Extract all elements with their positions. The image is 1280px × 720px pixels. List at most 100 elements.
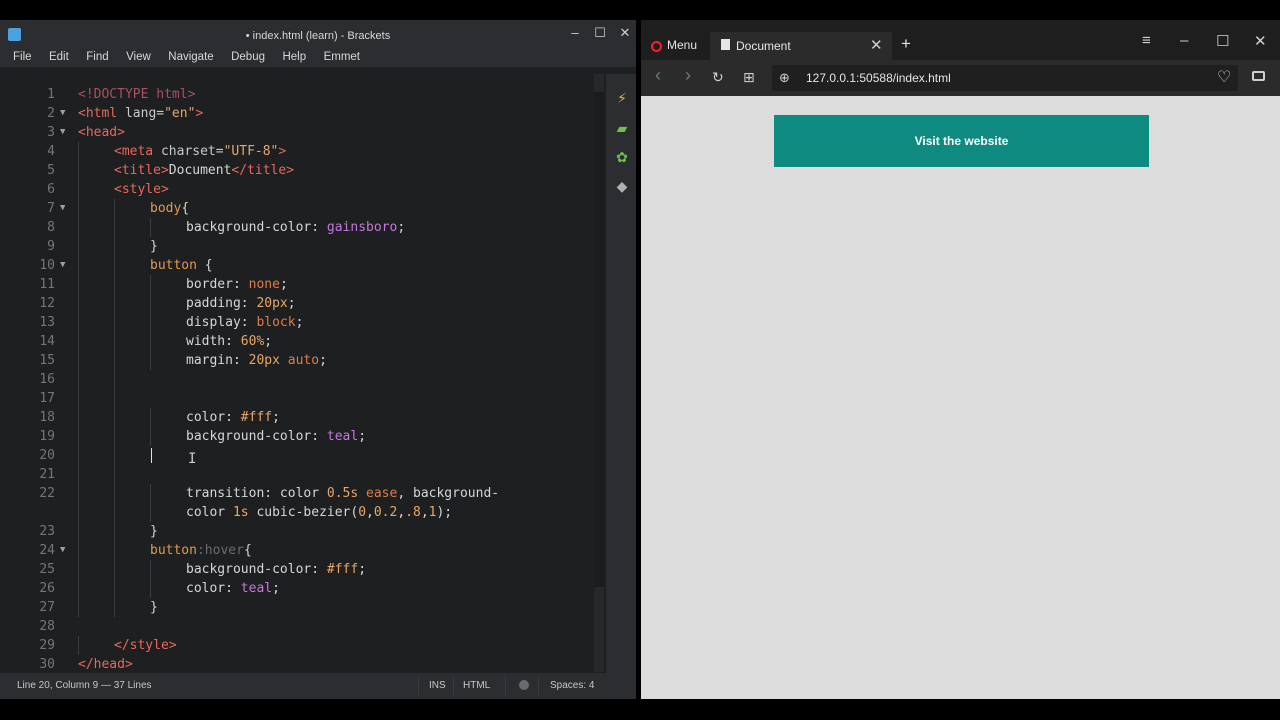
code-line[interactable]: 27} — [8, 598, 606, 617]
fold-toggle-icon[interactable]: ▼ — [60, 104, 65, 123]
code-line[interactable]: 21 — [8, 465, 606, 484]
code-token: ; — [264, 334, 273, 349]
code-text: background-color: #fff; — [186, 560, 366, 579]
live-preview-icon[interactable]: ⚡ — [614, 90, 630, 106]
new-tab-button[interactable]: + — [901, 34, 911, 54]
code-line[interactable]: 25 background-color: #fff; — [8, 560, 606, 579]
battery-saver-icon[interactable] — [1252, 71, 1265, 81]
menu-file[interactable]: File — [13, 48, 32, 66]
indent-guide — [78, 180, 79, 199]
indent-guide — [150, 351, 151, 370]
code-token: background-color: — [186, 220, 327, 235]
tabs-grid-icon[interactable]: ⊞ — [743, 69, 755, 86]
code-editor[interactable]: 1 <!DOCTYPE html> 2 ▼ <html lang="en"> 3 ▼ <hea… — [8, 74, 606, 672]
code-line[interactable]: 12 padding: 20px; — [8, 294, 606, 313]
code-line[interactable]: 7 ▼ body{ — [8, 199, 606, 218]
indent-guide — [114, 484, 115, 503]
reload-icon[interactable]: ↻ — [712, 69, 724, 86]
code-line[interactable]: 29 </style> — [8, 636, 606, 655]
line-number: 9 — [47, 239, 55, 254]
indent-guide — [114, 237, 115, 256]
code-text: color: teal; — [186, 579, 280, 598]
tab-close-icon[interactable]: ✕ — [870, 36, 883, 54]
browser-minimize-button[interactable]: – — [1180, 32, 1188, 49]
indent-guide — [78, 275, 79, 294]
code-line[interactable]: 10 ▼ button { — [8, 256, 606, 275]
line-number: 22 — [39, 486, 55, 501]
menu-view[interactable]: View — [126, 48, 151, 66]
indent-guide — [150, 579, 151, 598]
line-number: 6 — [47, 182, 55, 197]
visit-website-button[interactable]: Visit the website — [774, 115, 1149, 167]
code-line[interactable]: 30 </head> — [8, 655, 606, 672]
code-line[interactable]: 5 <title>Document</title> — [8, 161, 606, 180]
indent-guide — [114, 427, 115, 446]
indent-guide — [114, 408, 115, 427]
extensions-icon[interactable]: ✿ — [614, 149, 630, 165]
code-token: { — [181, 201, 190, 216]
code-line[interactable]: 13 display: block; — [8, 313, 606, 332]
code-line[interactable]: 8 background-color: gainsboro; — [8, 218, 606, 237]
code-line[interactable]: 18 color: #fff; — [8, 408, 606, 427]
extension-manager-icon[interactable]: ▰ — [614, 120, 630, 136]
back-icon[interactable]: ‹ — [655, 65, 661, 86]
heart-icon[interactable]: ♡ — [1217, 67, 1231, 87]
fold-toggle-icon[interactable]: ▼ — [60, 199, 65, 218]
code-line[interactable]: 26 color: teal; — [8, 579, 606, 598]
code-line[interactable]: 2 ▼ <html lang="en"> — [8, 104, 606, 123]
insert-mode-indicator[interactable]: INS — [429, 680, 446, 691]
code-line[interactable]: 6 <style> — [8, 180, 606, 199]
editor-maximize-button[interactable]: ☐ — [591, 25, 609, 41]
code-line[interactable]: 14 width: 60%; — [8, 332, 606, 351]
line-number: 17 — [39, 391, 55, 406]
editor-scrollbar-thumb[interactable] — [594, 92, 604, 587]
code-line[interactable]: 16 — [8, 370, 606, 389]
code-line[interactable]: color 1s cubic-bezier(0,0.2,.8,1); — [8, 503, 606, 522]
browser-maximize-button[interactable]: ☐ — [1216, 32, 1229, 50]
fold-toggle-icon[interactable]: ▼ — [60, 541, 65, 560]
menu-emmet[interactable]: Emmet — [324, 48, 360, 66]
code-line[interactable]: 9} — [8, 237, 606, 256]
code-line[interactable]: 11 border: none; — [8, 275, 606, 294]
code-line[interactable]: 1 <!DOCTYPE html> — [8, 85, 606, 104]
code-line[interactable]: 4 <meta charset="UTF-8"> — [8, 142, 606, 161]
fold-toggle-icon[interactable]: ▼ — [60, 123, 65, 142]
editor-minimize-button[interactable]: – — [566, 25, 584, 41]
fold-toggle-icon[interactable]: ▼ — [60, 256, 65, 275]
code-line[interactable]: 3 ▼ <head> — [8, 123, 606, 142]
opera-menu-button[interactable]: Menu — [651, 38, 697, 52]
code-line[interactable]: 19 background-color: teal; — [8, 427, 606, 446]
menu-debug[interactable]: Debug — [231, 48, 265, 66]
url-input[interactable]: ⊕ 127.0.0.1:50588/index.html — [772, 65, 1238, 91]
forward-icon[interactable]: › — [685, 65, 691, 86]
line-number: 5 — [47, 163, 55, 178]
code-line[interactable]: 28 — [8, 617, 606, 636]
code-text: margin: 20px auto; — [186, 351, 327, 370]
code-line[interactable]: 17 — [8, 389, 606, 408]
indentation-setting[interactable]: Spaces: 4 — [550, 680, 594, 691]
code-line[interactable]: 15 margin: 20px auto; — [8, 351, 606, 370]
git-icon[interactable]: ◆ — [614, 178, 630, 194]
code-line[interactable]: 22 transition: color 0.5s ease, backgroun… — [8, 484, 606, 503]
code-line[interactable]: 20 — [8, 446, 606, 465]
code-line[interactable]: 23} — [8, 522, 606, 541]
menu-edit[interactable]: Edit — [49, 48, 69, 66]
menu-navigate[interactable]: Navigate — [168, 48, 213, 66]
indent-guide — [150, 560, 151, 579]
browser-tab-document[interactable]: Document ✕ — [710, 32, 892, 60]
menu-help[interactable]: Help — [282, 48, 306, 66]
easy-setup-icon[interactable]: ≡ — [1142, 32, 1151, 49]
code-token: lang= — [117, 106, 165, 121]
code-line[interactable]: 24 ▼ button:hover{ — [8, 541, 606, 560]
code-token: ; — [272, 410, 280, 425]
browser-close-button[interactable]: ✕ — [1254, 32, 1267, 50]
indent-guide — [78, 294, 79, 313]
indent-guide — [150, 294, 151, 313]
line-number: 25 — [39, 562, 55, 577]
editor-close-button[interactable]: ✕ — [616, 25, 634, 41]
code-token: none — [248, 277, 280, 292]
menu-find[interactable]: Find — [86, 48, 108, 66]
editor-side-toolbar: ⚡ ▰ ✿ ◆ — [606, 74, 636, 699]
linter-status-icon[interactable] — [519, 680, 529, 690]
language-selector[interactable]: HTML — [463, 680, 490, 691]
